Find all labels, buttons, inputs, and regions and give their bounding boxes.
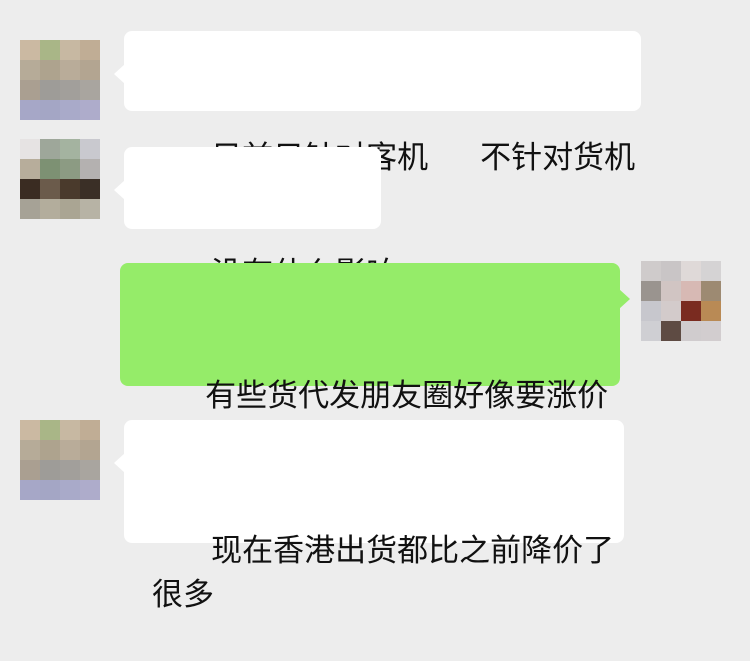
avatar-pixel bbox=[80, 60, 100, 80]
avatar-pixel bbox=[40, 179, 60, 199]
message-bubble[interactable]: 现在香港出货都比之前降价了 很多 bbox=[114, 420, 624, 613]
avatar-pixel bbox=[40, 480, 60, 500]
avatar-pixel bbox=[80, 159, 100, 179]
message-text: 现在香港出货都比之前降价了 bbox=[211, 533, 615, 569]
avatar-pixel bbox=[701, 301, 721, 321]
avatar-pixel bbox=[60, 60, 80, 80]
avatar-pixel bbox=[40, 60, 60, 80]
avatar-pixel bbox=[40, 199, 60, 219]
avatar-pixel bbox=[80, 139, 100, 159]
avatar-pixel bbox=[80, 420, 100, 440]
avatar-pixel bbox=[20, 199, 40, 219]
avatar-pixel bbox=[661, 261, 681, 281]
avatar-pixel bbox=[681, 261, 701, 281]
avatar-pixel bbox=[40, 420, 60, 440]
avatar-pixel bbox=[20, 100, 40, 120]
avatar-pixel bbox=[80, 100, 100, 120]
bubble-tail bbox=[114, 64, 125, 84]
avatar-pixel bbox=[40, 440, 60, 460]
chat-window: 目前只针对客机不针对货机 没有什么影响 有些货代发朋友圈好像要涨价 了 现在香港… bbox=[0, 0, 750, 613]
bubble-tail bbox=[114, 453, 125, 473]
avatar-pixel bbox=[60, 199, 80, 219]
avatar-pixel bbox=[20, 179, 40, 199]
avatar-pixel bbox=[20, 440, 40, 460]
avatar-pixel bbox=[20, 40, 40, 60]
avatar-pixel bbox=[80, 199, 100, 219]
avatar-pixel bbox=[60, 100, 80, 120]
avatar-pixel bbox=[20, 420, 40, 440]
avatar-pixel bbox=[80, 40, 100, 60]
message-bubble[interactable]: 目前只针对客机不针对货机 bbox=[114, 31, 641, 176]
avatar-pixel bbox=[701, 281, 721, 301]
avatar-pixel bbox=[20, 159, 40, 179]
avatar-pixel bbox=[641, 321, 661, 341]
message-text: 很多 bbox=[152, 577, 214, 613]
avatar-pixel bbox=[681, 321, 701, 341]
avatar-pixel bbox=[80, 480, 100, 500]
avatar-pixel bbox=[80, 440, 100, 460]
avatar-pixel bbox=[40, 40, 60, 60]
avatar-pixel bbox=[20, 80, 40, 100]
avatar-pixel bbox=[20, 460, 40, 480]
avatar-pixel bbox=[40, 139, 60, 159]
avatar-pixel bbox=[40, 460, 60, 480]
avatar-pixel bbox=[80, 460, 100, 480]
avatar-pixel bbox=[20, 139, 40, 159]
avatar-pixel bbox=[701, 261, 721, 281]
message-bubble[interactable]: 没有什么影响 bbox=[114, 147, 397, 292]
avatar-pixel bbox=[60, 420, 80, 440]
avatar-pixel bbox=[20, 60, 40, 80]
avatar-pixel bbox=[661, 281, 681, 301]
avatar-pixel bbox=[80, 80, 100, 100]
avatar-pixel bbox=[40, 159, 60, 179]
bubble-tail bbox=[619, 289, 630, 309]
avatar-pixel bbox=[60, 159, 80, 179]
avatar[interactable] bbox=[20, 420, 100, 500]
avatar[interactable] bbox=[20, 139, 100, 219]
avatar-pixel bbox=[60, 139, 80, 159]
avatar-pixel bbox=[701, 321, 721, 341]
avatar-pixel bbox=[60, 80, 80, 100]
avatar-pixel bbox=[60, 40, 80, 60]
avatar-pixel bbox=[80, 179, 100, 199]
avatar-pixel bbox=[661, 321, 681, 341]
message-text: 有些货代发朋友圈好像要涨价 bbox=[205, 378, 609, 414]
avatar-pixel bbox=[60, 480, 80, 500]
avatar-pixel bbox=[661, 301, 681, 321]
message-text: 不针对货机 bbox=[480, 140, 636, 176]
avatar-pixel bbox=[40, 100, 60, 120]
avatar-pixel bbox=[60, 460, 80, 480]
avatar-pixel bbox=[60, 179, 80, 199]
avatar-pixel bbox=[681, 281, 701, 301]
avatar[interactable] bbox=[641, 261, 721, 341]
avatar-pixel bbox=[681, 301, 701, 321]
avatar-pixel bbox=[60, 440, 80, 460]
avatar-pixel bbox=[641, 261, 661, 281]
bubble-tail bbox=[114, 180, 125, 200]
message-bubble[interactable]: 有些货代发朋友圈好像要涨价 了 bbox=[120, 263, 630, 458]
avatar[interactable] bbox=[20, 40, 100, 120]
avatar-pixel bbox=[641, 281, 661, 301]
avatar-pixel bbox=[20, 480, 40, 500]
avatar-pixel bbox=[40, 80, 60, 100]
avatar-pixel bbox=[641, 301, 661, 321]
